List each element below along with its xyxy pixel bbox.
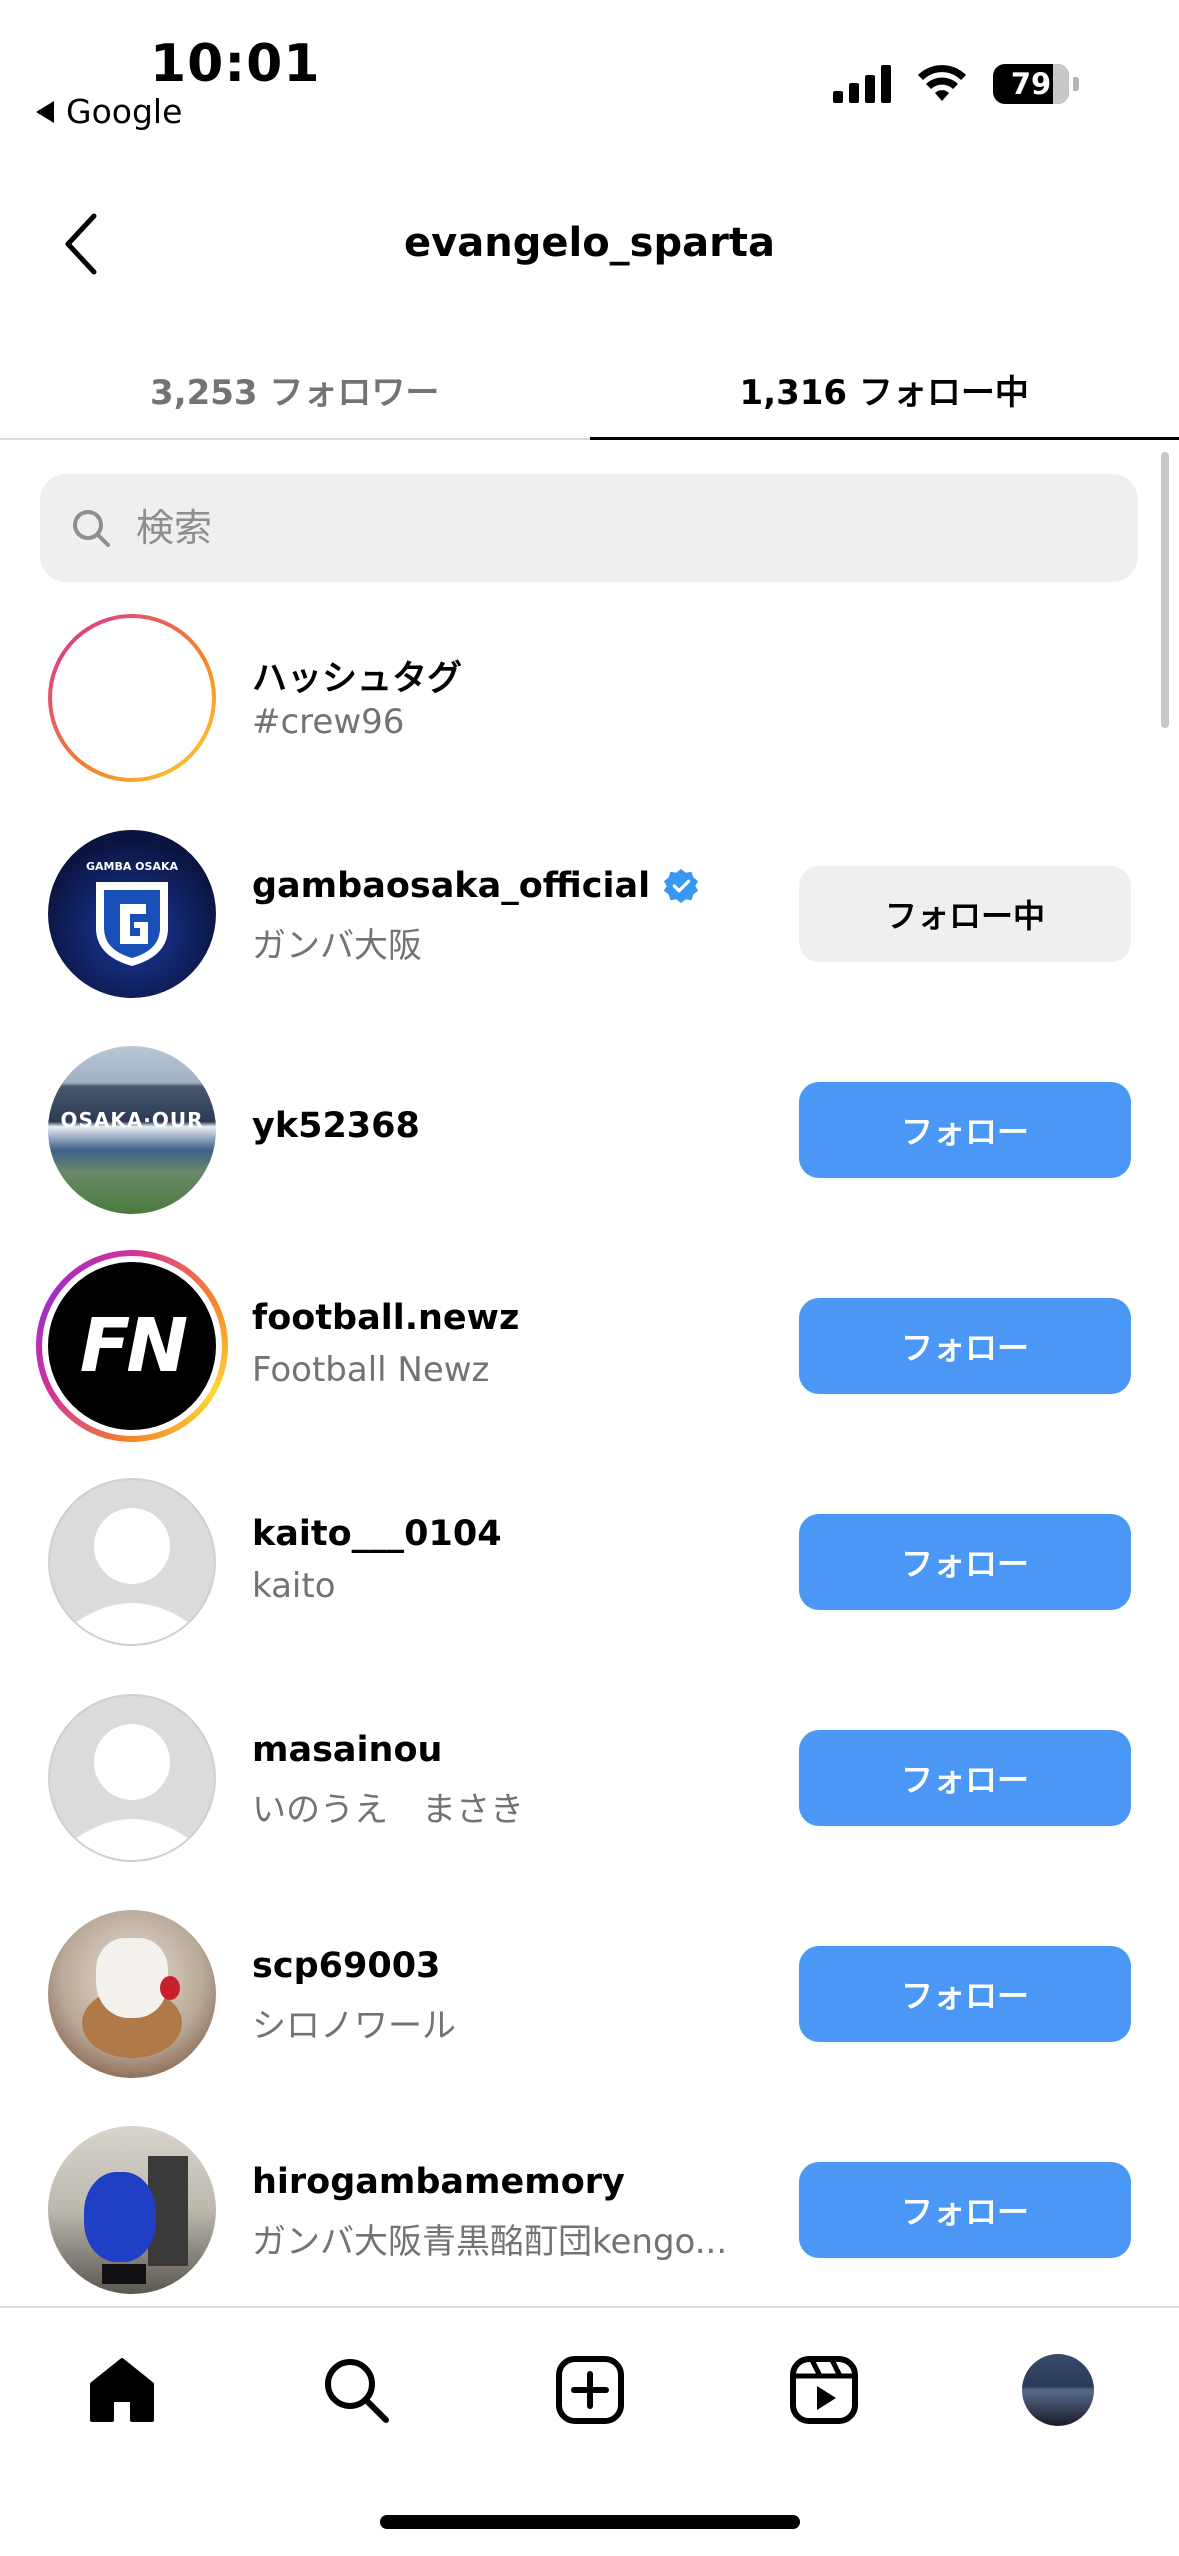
following-button[interactable]: フォロー中	[799, 866, 1131, 962]
battery-level: 79	[1010, 67, 1052, 101]
list-item[interactable]: kaito___0104 kaito フォロー	[0, 1478, 1179, 1694]
follow-button[interactable]: フォロー	[799, 2162, 1131, 2258]
username: masainou	[252, 1730, 442, 1770]
wifi-icon	[918, 65, 966, 101]
page-title: evangelo_sparta	[404, 220, 775, 266]
subtitle: #crew96	[252, 702, 405, 742]
badge-caption: GAMBA OSAKA	[85, 860, 179, 873]
home-icon[interactable]	[82, 2350, 162, 2430]
username: gambaosaka_official	[252, 866, 700, 906]
username: scp69003	[252, 1946, 440, 1986]
avatar	[48, 2126, 216, 2294]
avatar: OSAKA·OUR	[48, 1046, 216, 1214]
list-item[interactable]: OSAKA·OUR yk52368 フォロー	[0, 1046, 1179, 1262]
username-text: ハッシュタグ	[252, 659, 463, 699]
subtitle: いのうえ まさき	[252, 1790, 524, 1830]
club-crest-icon	[96, 882, 168, 966]
battery-nub	[1073, 77, 1079, 91]
default-avatar	[48, 1694, 216, 1862]
follow-button[interactable]: フォロー	[799, 1946, 1131, 2042]
hashtag-avatar	[48, 614, 216, 782]
follow-button[interactable]: フォロー	[799, 1298, 1131, 1394]
tab-bar: 3,253 フォロワー 1,316 フォロー中	[0, 340, 1179, 440]
follow-button[interactable]: フォロー	[799, 1730, 1131, 1826]
list-item[interactable]: FN football.newz Football Newz フォロー	[0, 1250, 1179, 1478]
subtitle: ガンバ大阪青黒酩酊団kengo...	[252, 2222, 728, 2262]
default-avatar	[48, 1478, 216, 1646]
subtitle: シロノワール	[252, 2006, 456, 2046]
hashtag-icon	[88, 652, 176, 744]
list-item[interactable]: GAMBA OSAKA gambaosaka_official ガンバ大阪 フォ…	[0, 830, 1179, 1046]
subtitle: Football Newz	[252, 1350, 490, 1390]
username-text: hirogambamemory	[252, 2162, 625, 2202]
username: football.newz	[252, 1298, 519, 1338]
person-silhouette-icon	[68, 1724, 196, 1860]
follow-button[interactable]: フォロー	[799, 1082, 1131, 1178]
verified-badge-icon	[664, 868, 699, 904]
avatar: GAMBA OSAKA	[48, 830, 216, 998]
list-item[interactable]: masainou いのうえ まさき フォロー	[0, 1694, 1179, 1910]
back-app-label: Google	[66, 92, 183, 131]
username-text: gambaosaka_official	[252, 866, 651, 906]
person-silhouette-icon	[68, 1508, 196, 1644]
battery-icon: 79	[993, 64, 1069, 104]
follow-button[interactable]: フォロー	[799, 1514, 1131, 1610]
username-text: masainou	[252, 1730, 443, 1770]
status-icons: 79	[833, 64, 1079, 104]
tab-following[interactable]: 1,316 フォロー中	[589, 340, 1179, 440]
username-text: yk52368	[252, 1106, 420, 1146]
back-to-app[interactable]: Google	[36, 92, 182, 131]
tab-followers[interactable]: 3,253 フォロワー	[0, 340, 590, 438]
username: ハッシュタグ	[252, 650, 462, 701]
search-icon[interactable]	[316, 2350, 396, 2430]
list-item[interactable]: ハッシュタグ #crew96	[0, 614, 1179, 830]
subtitle: kaito	[252, 1566, 336, 1606]
avatar-story-ring: FN	[36, 1250, 228, 1442]
username-text: kaito___0104	[252, 1514, 502, 1554]
fn-logo: FN	[79, 1303, 189, 1389]
username: yk52368	[252, 1106, 420, 1146]
username-text: scp69003	[252, 1946, 441, 1986]
username-text: football.newz	[252, 1298, 520, 1338]
reels-icon[interactable]	[784, 2350, 864, 2430]
profile-avatar[interactable]	[1018, 2350, 1098, 2430]
screen: 10:01 Google 79 evangelo_sparta 3,253 フォ…	[0, 0, 1179, 2556]
username: hirogambamemory	[252, 2162, 625, 2202]
search-bar[interactable]	[40, 474, 1138, 582]
cellular-signal-icon	[833, 65, 891, 103]
home-indicator	[380, 2515, 800, 2529]
status-time: 10:01	[150, 34, 321, 94]
avatar	[48, 1910, 216, 2078]
subtitle: ガンバ大阪	[252, 926, 422, 966]
list-item[interactable]: scp69003 シロノワール フォロー	[0, 1910, 1179, 2126]
username: kaito___0104	[252, 1514, 502, 1554]
search-icon	[73, 510, 110, 547]
back-triangle-icon	[36, 100, 54, 123]
create-icon[interactable]	[550, 2350, 630, 2430]
search-input[interactable]	[136, 506, 936, 550]
